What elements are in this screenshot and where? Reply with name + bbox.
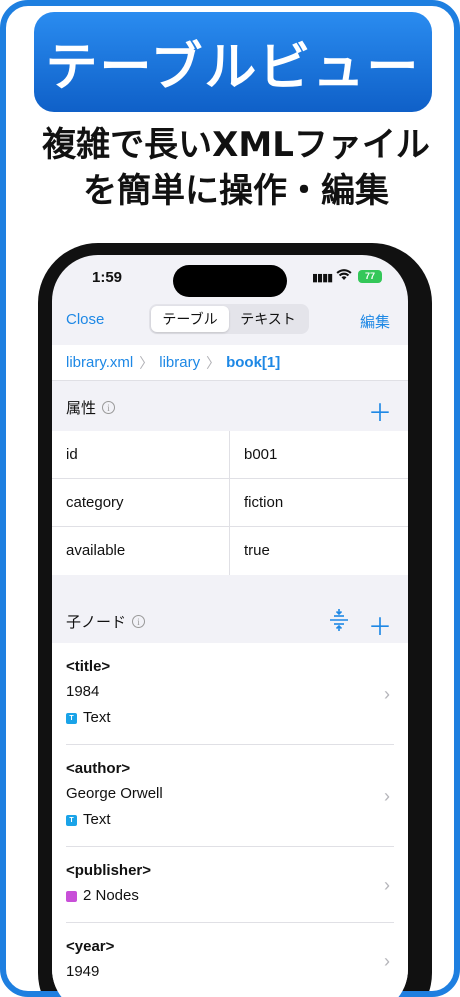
child-nodes-list: <title> 1984 T Text › <author> George Or… (52, 643, 408, 997)
node-tag: <title> (66, 658, 111, 675)
promo-banner: テーブルビュー (34, 12, 432, 112)
chevron-right-icon: › (384, 684, 390, 704)
attributes-title: 属性 (66, 398, 97, 417)
node-tag: <author> (66, 760, 131, 777)
status-time: 1:59 (92, 269, 123, 286)
table-row[interactable]: available true (52, 527, 408, 575)
list-item[interactable]: <year> 1949 › (52, 923, 408, 997)
children-title: 子ノード (66, 612, 127, 631)
breadcrumb: library.xml 〉 library 〉 book[1] (52, 345, 408, 381)
chevron-right-icon: › (384, 786, 390, 806)
wifi-icon (336, 268, 352, 285)
cellular-signal-icon: ▮▮▮▮ (312, 272, 333, 284)
chevron-right-icon: 〉 (206, 354, 221, 371)
breadcrumb-item-library[interactable]: library (159, 354, 200, 371)
breadcrumb-item-file[interactable]: library.xml (66, 354, 133, 371)
collapse-icon[interactable] (328, 608, 350, 632)
node-type-label: Text (83, 709, 111, 726)
attribute-value[interactable]: true (230, 527, 408, 575)
phone-screen: 1:59 ▮▮▮▮ 77 Close テーブル テキスト 編集 library.… (52, 255, 408, 997)
headline-line-1: 複雑で長いXMLファイル (42, 125, 430, 165)
node-tag: <publisher> (66, 862, 152, 879)
view-mode-segmented-control[interactable]: テーブル テキスト (149, 304, 309, 334)
chevron-right-icon: 〉 (139, 354, 154, 371)
close-button[interactable]: Close (66, 311, 104, 328)
attributes-table: id b001 category fiction available true (52, 431, 408, 575)
node-value: George Orwell (66, 785, 163, 802)
breadcrumb-item-current: book[1] (226, 354, 281, 371)
node-type: T Text (66, 705, 394, 731)
edit-button[interactable]: 編集 (360, 311, 390, 332)
add-child-node-button[interactable]: ＋ (368, 607, 392, 642)
table-row[interactable]: id b001 (52, 431, 408, 479)
attribute-key[interactable]: available (52, 527, 230, 575)
attribute-value[interactable]: fiction (230, 479, 408, 526)
battery-icon: 77 (358, 270, 382, 283)
nodes-type-icon (66, 890, 77, 902)
dynamic-island (173, 265, 287, 297)
info-icon[interactable]: i (102, 400, 116, 414)
status-bar: 1:59 ▮▮▮▮ 77 (52, 255, 408, 301)
node-type-label: Text (83, 811, 111, 828)
info-icon[interactable]: i (132, 614, 146, 628)
node-type: T Text (66, 807, 394, 833)
node-type: 2 Nodes (66, 883, 394, 909)
attributes-section-header: 属性 i ＋ (52, 383, 408, 431)
text-type-icon: T (66, 712, 77, 724)
node-value: 1949 (66, 963, 100, 980)
segment-text[interactable]: テキスト (229, 306, 307, 332)
children-section-header: 子ノード i ＋ (52, 597, 408, 645)
table-row[interactable]: category fiction (52, 479, 408, 527)
nav-bar: Close テーブル テキスト 編集 (52, 301, 408, 345)
chevron-right-icon: › (384, 875, 390, 895)
attribute-value[interactable]: b001 (230, 431, 408, 478)
add-attribute-button[interactable]: ＋ (368, 393, 392, 428)
segment-table[interactable]: テーブル (151, 306, 229, 332)
chevron-right-icon: › (384, 951, 390, 971)
text-type-icon: T (66, 814, 77, 826)
list-item[interactable]: <title> 1984 T Text › (52, 643, 408, 745)
promo-headline: 複雑で長いXMLファイル を簡単に操作・編集 (6, 122, 454, 214)
list-item[interactable]: <publisher> 2 Nodes › (52, 847, 408, 923)
node-tag: <year> (66, 938, 115, 955)
node-type-label: 2 Nodes (83, 887, 139, 904)
list-item[interactable]: <author> George Orwell T Text › (52, 745, 408, 847)
attribute-key[interactable]: id (52, 431, 230, 478)
node-value: 1984 (66, 683, 100, 700)
headline-line-2: を簡単に操作・編集 (83, 171, 389, 211)
attribute-key[interactable]: category (52, 479, 230, 526)
